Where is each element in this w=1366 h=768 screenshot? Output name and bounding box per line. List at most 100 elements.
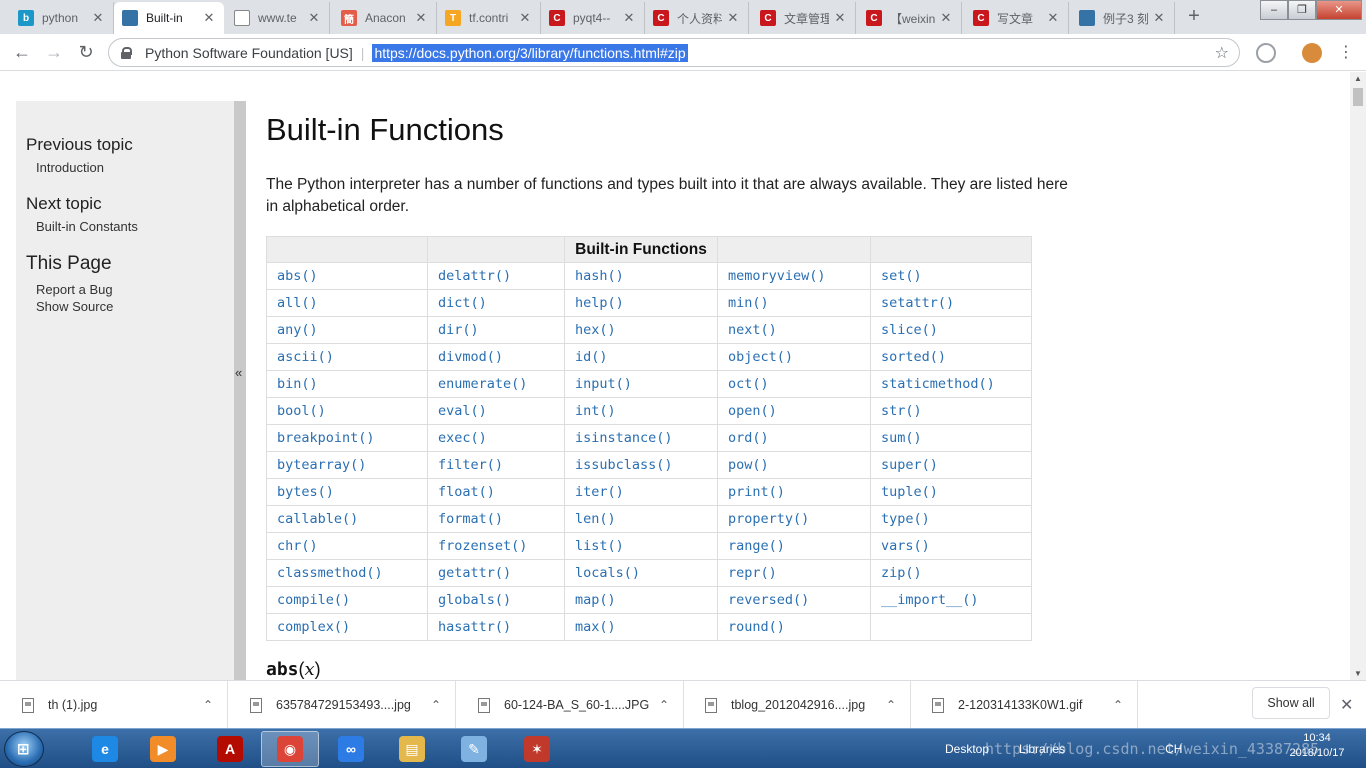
previous-topic-link[interactable]: Introduction xyxy=(26,159,224,176)
function-link[interactable]: len() xyxy=(564,505,718,533)
maximize-button[interactable]: ❐ xyxy=(1288,0,1316,20)
function-link[interactable]: vars() xyxy=(870,532,1032,560)
scroll-down-icon[interactable]: ▼ xyxy=(1354,669,1362,678)
function-link[interactable]: breakpoint() xyxy=(266,424,428,452)
function-link[interactable]: complex() xyxy=(266,613,428,641)
taskbar-app-button[interactable]: e xyxy=(76,731,134,767)
chevron-up-icon[interactable]: ⌃ xyxy=(198,698,218,712)
chevron-up-icon[interactable]: ⌃ xyxy=(881,698,901,712)
function-link[interactable]: next() xyxy=(717,316,871,344)
browser-tab[interactable]: Cpyqt4-- ✕ xyxy=(541,2,645,34)
reload-icon[interactable]: ↻ xyxy=(74,40,98,64)
taskbar-app-button[interactable]: ✎ xyxy=(445,731,503,767)
tab-close-icon[interactable]: ✕ xyxy=(518,10,532,26)
profile-avatar-icon[interactable] xyxy=(1302,43,1322,63)
tab-close-icon[interactable]: ✕ xyxy=(1046,10,1060,26)
chevron-up-icon[interactable]: ⌃ xyxy=(654,698,674,712)
function-link[interactable]: hex() xyxy=(564,316,718,344)
taskbar-app-button[interactable]: A xyxy=(201,731,259,767)
function-link[interactable]: dict() xyxy=(427,289,565,317)
report-bug-link[interactable]: Report a Bug xyxy=(26,281,224,298)
tab-close-icon[interactable]: ✕ xyxy=(726,10,740,26)
function-link[interactable]: tuple() xyxy=(870,478,1032,506)
start-button[interactable]: ⊞ xyxy=(4,731,44,767)
function-link[interactable]: pow() xyxy=(717,451,871,479)
tab-close-icon[interactable]: ✕ xyxy=(307,10,321,26)
browser-tab[interactable]: b python ✕ xyxy=(10,2,114,34)
function-link[interactable]: dir() xyxy=(427,316,565,344)
tab-close-icon[interactable]: ✕ xyxy=(939,10,953,26)
taskbar-app-button[interactable]: ▶ xyxy=(134,731,192,767)
function-link[interactable]: round() xyxy=(717,613,871,641)
function-link[interactable]: bool() xyxy=(266,397,428,425)
system-clock[interactable]: 10:34 2018/10/17 xyxy=(1284,731,1350,761)
function-link[interactable]: delattr() xyxy=(427,262,565,290)
function-link[interactable]: callable() xyxy=(266,505,428,533)
close-shelf-icon[interactable]: ✕ xyxy=(1340,695,1353,715)
bookmark-star-icon[interactable]: ☆ xyxy=(1215,43,1229,63)
close-window-button[interactable]: ✕ xyxy=(1316,0,1362,20)
function-link[interactable]: setattr() xyxy=(870,289,1032,317)
tab-close-icon[interactable]: ✕ xyxy=(414,10,428,26)
function-link[interactable]: enumerate() xyxy=(427,370,565,398)
function-link[interactable]: oct() xyxy=(717,370,871,398)
taskbar-app-button[interactable]: ◉ xyxy=(261,731,319,767)
chevron-up-icon[interactable]: ⌃ xyxy=(1108,698,1128,712)
browser-tab[interactable]: C 个人资料 ✕ xyxy=(645,2,749,34)
address-bar[interactable]: Python Software Foundation [US] | https:… xyxy=(108,38,1240,67)
browser-tab[interactable]: 簡 Anacon ✕ xyxy=(333,2,437,34)
browser-tab[interactable]: C 写文章 ✕ xyxy=(965,2,1069,34)
scroll-up-icon[interactable]: ▲ xyxy=(1354,74,1362,83)
desktop-toolbar-label[interactable]: Desktop xyxy=(945,742,989,756)
function-link[interactable]: getattr() xyxy=(427,559,565,587)
function-link[interactable]: staticmethod() xyxy=(870,370,1032,398)
lock-icon[interactable] xyxy=(121,46,132,59)
tab-close-icon[interactable]: ✕ xyxy=(202,10,216,26)
scrollbar-thumb[interactable] xyxy=(1353,88,1363,106)
download-item[interactable]: 60-124-BA_S_60-1....JPG ⌃ xyxy=(456,681,684,729)
function-link[interactable]: slice() xyxy=(870,316,1032,344)
download-item[interactable]: 635784729153493....jpg ⌃ xyxy=(228,681,456,729)
function-link[interactable]: ascii() xyxy=(266,343,428,371)
function-link[interactable]: zip() xyxy=(870,559,1032,587)
function-link[interactable]: isinstance() xyxy=(564,424,718,452)
back-arrow-icon[interactable]: ← xyxy=(10,40,34,64)
function-link[interactable]: type() xyxy=(870,505,1032,533)
tab-close-icon[interactable]: ✕ xyxy=(622,10,636,26)
function-link[interactable]: memoryview() xyxy=(717,262,871,290)
function-link[interactable]: print() xyxy=(717,478,871,506)
function-link[interactable]: float() xyxy=(427,478,565,506)
function-link[interactable]: super() xyxy=(870,451,1032,479)
function-link[interactable]: sorted() xyxy=(870,343,1032,371)
tab-close-icon[interactable]: ✕ xyxy=(1152,10,1166,26)
function-link[interactable]: map() xyxy=(564,586,718,614)
function-link[interactable]: __import__() xyxy=(870,586,1032,614)
function-link[interactable]: max() xyxy=(564,613,718,641)
function-link[interactable]: str() xyxy=(870,397,1032,425)
download-item[interactable]: tblog_2012042916....jpg ⌃ xyxy=(683,681,911,729)
function-link[interactable]: input() xyxy=(564,370,718,398)
function-link[interactable]: repr() xyxy=(717,559,871,587)
function-link[interactable]: format() xyxy=(427,505,565,533)
taskbar-app-button[interactable]: ∞ xyxy=(322,731,380,767)
function-link[interactable]: bin() xyxy=(266,370,428,398)
download-item[interactable]: th (1).jpg ⌃ xyxy=(0,681,228,729)
function-link[interactable]: any() xyxy=(266,316,428,344)
extension-icon[interactable] xyxy=(1256,43,1276,63)
function-link[interactable]: ord() xyxy=(717,424,871,452)
menu-icon[interactable]: ⋮ xyxy=(1338,42,1354,62)
function-link[interactable]: frozenset() xyxy=(427,532,565,560)
function-link[interactable]: help() xyxy=(564,289,718,317)
function-link[interactable]: list() xyxy=(564,532,718,560)
show-source-link[interactable]: Show Source xyxy=(26,298,224,315)
function-link[interactable]: sum() xyxy=(870,424,1032,452)
site-identity[interactable]: Python Software Foundation [US] xyxy=(145,45,353,61)
browser-tab[interactable]: C 文章管理 ✕ xyxy=(752,2,856,34)
minimize-button[interactable]: – xyxy=(1260,0,1288,20)
browser-tab[interactable]: www.te ✕ xyxy=(226,2,330,34)
new-tab-button[interactable]: + xyxy=(1181,6,1207,28)
browser-tab[interactable]: C 【weixin ✕ xyxy=(858,2,962,34)
function-link[interactable]: globals() xyxy=(427,586,565,614)
function-link[interactable]: exec() xyxy=(427,424,565,452)
function-link[interactable]: iter() xyxy=(564,478,718,506)
